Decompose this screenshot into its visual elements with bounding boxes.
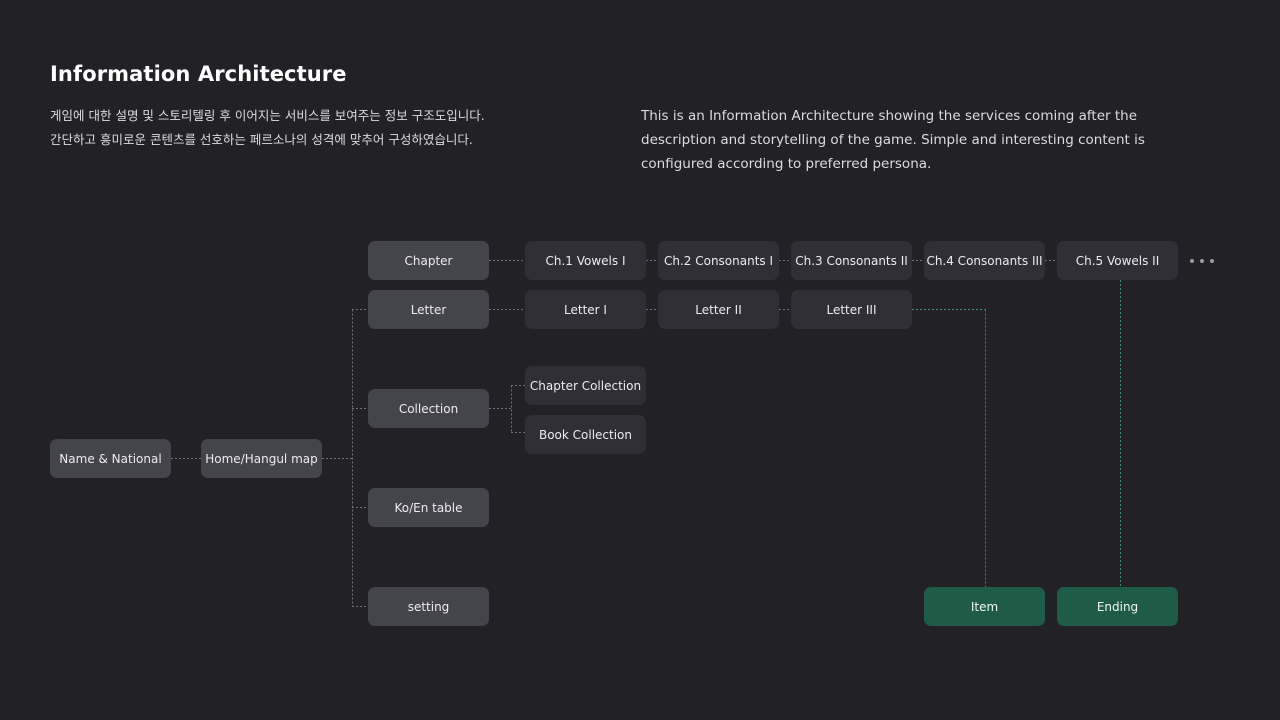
node-ko-en-table[interactable]: Ko/En table xyxy=(368,488,489,527)
node-ending[interactable]: Ending xyxy=(1057,587,1178,626)
node-ch1-vowels[interactable]: Ch.1 Vowels I xyxy=(525,241,646,280)
node-letter-3[interactable]: Letter III xyxy=(791,290,912,329)
node-chapter[interactable]: Chapter xyxy=(368,241,489,280)
node-ch2-consonants[interactable]: Ch.2 Consonants I xyxy=(658,241,779,280)
node-item[interactable]: Item xyxy=(924,587,1045,626)
node-collection[interactable]: Collection xyxy=(368,389,489,428)
node-letter-2[interactable]: Letter II xyxy=(658,290,779,329)
node-chapter-collection[interactable]: Chapter Collection xyxy=(525,366,646,405)
node-home-hangul-map[interactable]: Home/Hangul map xyxy=(201,439,322,478)
node-ch5-vowels[interactable]: Ch.5 Vowels II xyxy=(1057,241,1178,280)
node-book-collection[interactable]: Book Collection xyxy=(525,415,646,454)
node-ch3-consonants[interactable]: Ch.3 Consonants II xyxy=(791,241,912,280)
node-name-national[interactable]: Name & National xyxy=(50,439,171,478)
node-letter-1[interactable]: Letter I xyxy=(525,290,646,329)
ellipsis-icon xyxy=(1190,256,1214,266)
node-letter[interactable]: Letter xyxy=(368,290,489,329)
node-setting[interactable]: setting xyxy=(368,587,489,626)
node-ch4-consonants[interactable]: Ch.4 Consonants III xyxy=(924,241,1045,280)
